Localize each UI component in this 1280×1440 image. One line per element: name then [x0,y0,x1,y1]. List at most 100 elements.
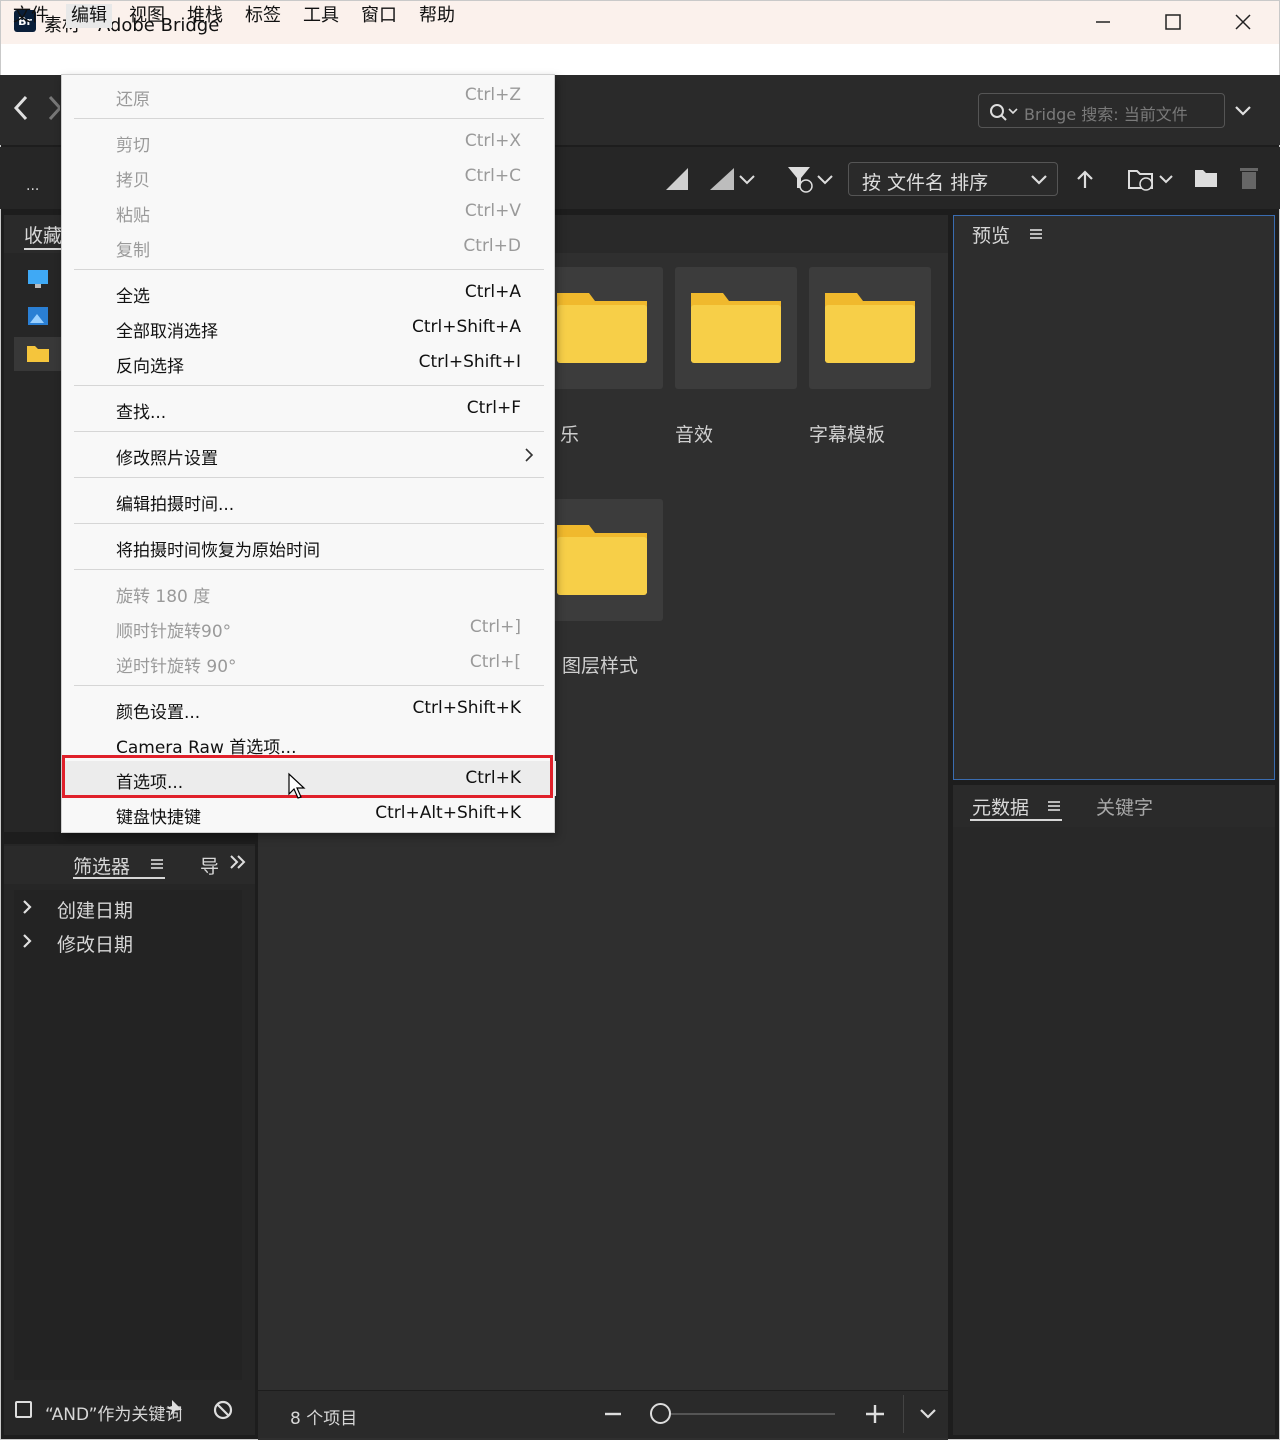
menu-item-copy[interactable]: 拷贝 Ctrl+C [62,159,556,194]
filter-expand-created[interactable] [18,896,36,918]
favorite-desktop[interactable] [26,268,50,290]
menu-item-revert-capture-time[interactable]: 将拍摄时间恢复为原始时间 [62,529,556,564]
close-icon [1235,14,1251,30]
menu-bar [0,44,1280,75]
menu-separator [74,685,544,686]
menu-item-paste[interactable]: 粘贴 Ctrl+V [62,194,556,229]
preview-panel-menu[interactable] [1029,227,1043,241]
zoom-in-button[interactable] [864,1403,886,1425]
pin-button[interactable] [164,1398,184,1418]
tab-underline [73,877,165,879]
filter-expand-modified[interactable] [18,930,36,952]
path-ellipsis[interactable]: ... [26,178,39,194]
search-icon [990,104,1018,121]
close-button[interactable] [1208,0,1278,44]
favorite-pictures[interactable] [26,305,50,327]
no-entry-icon [213,1400,233,1420]
folder-icon [557,525,647,595]
menu-item-edit-capture-time[interactable]: 编辑拍摄时间... [62,483,556,518]
tab-underline [24,248,64,250]
folder-icon [825,293,915,363]
stars-stairs-icon [710,168,755,190]
filter-panel-menu[interactable] [150,857,164,871]
new-folder-button[interactable] [1193,166,1219,190]
forward-button[interactable] [44,93,60,123]
menu-help[interactable]: 帮助 [414,4,460,28]
sort-ascending-button[interactable] [1074,168,1096,190]
menu-item-develop-settings[interactable]: 修改照片设置 [62,437,556,472]
menu-item-rotate-ccw[interactable]: 逆时针旋转 90° Ctrl+[ [62,645,556,680]
and-keyword-checkbox[interactable] [15,1401,32,1418]
menu-separator [74,431,544,432]
tab-navigator[interactable]: 导 [200,852,219,879]
folder-thumbnail[interactable] [541,499,663,621]
maximize-icon [1165,14,1181,30]
clear-filter-button[interactable] [212,1399,234,1421]
menu-item-rotate-cw[interactable]: 顺时针旋转90° Ctrl+] [62,610,556,645]
filter-items-button[interactable] [786,164,836,194]
zoom-slider-track[interactable] [660,1413,835,1415]
tab-filter[interactable]: 筛选器 [73,852,130,879]
tab-keywords[interactable]: 关键字 [1096,793,1153,820]
menu-stack[interactable]: 堆栈 [182,4,228,28]
menu-item-color-settings[interactable]: 颜色设置... Ctrl+Shift+K [62,691,556,726]
sort-dropdown[interactable]: 按 文件名 排序 [848,162,1058,196]
menu-file[interactable]: 文件 [8,4,54,28]
rating-filter-button[interactable] [708,166,758,192]
chevron-right-icon [525,448,534,462]
menu-item-deselect-all[interactable]: 全部取消选择 Ctrl+Shift+A [62,310,556,345]
highlight-box [62,755,553,798]
folder-thumbnail[interactable] [675,267,797,389]
minus-icon [605,1412,621,1416]
filter-modified-date[interactable]: 修改日期 [57,930,133,957]
tab-metadata[interactable]: 元数据 [972,793,1029,820]
thumbnail-quality-button[interactable] [664,166,690,192]
favorite-folder[interactable] [26,342,50,364]
view-options-button[interactable] [918,1404,938,1424]
double-chevron-right-icon [230,855,246,869]
tab-preview[interactable]: 预览 [972,221,1010,248]
maximize-button[interactable] [1138,0,1208,44]
folder-thumbnail[interactable] [541,267,663,389]
back-button[interactable] [10,93,32,123]
folder-icon [691,293,781,363]
and-keyword-label: “AND”作为关键词 [45,1405,183,1425]
back-arrow-icon [13,95,28,121]
tab-underline [970,819,1062,821]
quality-stairs-icon [666,168,688,190]
menu-item-find[interactable]: 查找... Ctrl+F [62,391,556,426]
zoom-slider-handle[interactable] [650,1403,671,1424]
recent-folders-button[interactable] [1126,164,1176,194]
menu-separator [74,569,544,570]
menu-item-duplicate[interactable]: 复制 Ctrl+D [62,229,556,264]
menu-window[interactable]: 窗口 [356,4,402,28]
minimize-button[interactable] [1068,0,1138,44]
search-field[interactable]: Bridge 搜索: 当前文件 [978,93,1225,128]
folder-label: 音效 [675,424,714,446]
menu-item-keyboard-shortcuts[interactable]: 键盘快捷键 Ctrl+Alt+Shift+K [62,796,556,831]
menu-view[interactable]: 视图 [124,4,170,28]
folder-thumbnail[interactable] [809,267,931,389]
tab-favorites[interactable]: 收藏 [24,221,62,248]
edit-menu-dropdown: 还原 Ctrl+Z 剪切 Ctrl+X 拷贝 Ctrl+C 粘贴 Ctrl+V 复制 Ct… [61,74,556,833]
delete-button[interactable] [1238,165,1260,191]
menu-item-undo[interactable]: 还原 Ctrl+Z [62,78,556,113]
menu-edit[interactable]: 编辑 [66,4,112,28]
menu-label[interactable]: 标签 [240,4,286,28]
folder-icon [27,346,49,362]
search-options-button[interactable] [1233,101,1253,121]
more-tabs-button[interactable] [228,853,246,871]
menu-item-rotate-180[interactable]: 旋转 180 度 [62,575,556,610]
menu-tools[interactable]: 工具 [298,4,344,28]
zoom-out-button[interactable] [603,1404,623,1424]
menu-item-invert-selection[interactable]: 反向选择 Ctrl+Shift+I [62,345,556,380]
filter-created-date[interactable]: 创建日期 [57,896,133,923]
cursor-arrow-icon [288,772,306,799]
metadata-panel-menu[interactable] [1047,799,1061,813]
search-placeholder: Bridge 搜索: 当前文件 [1024,105,1188,124]
menu-item-cut[interactable]: 剪切 Ctrl+X [62,124,556,159]
mouse-cursor [287,772,307,800]
folder-icon [1195,170,1217,187]
chevron-down-icon [920,1409,936,1419]
menu-item-select-all[interactable]: 全选 Ctrl+A [62,275,556,310]
